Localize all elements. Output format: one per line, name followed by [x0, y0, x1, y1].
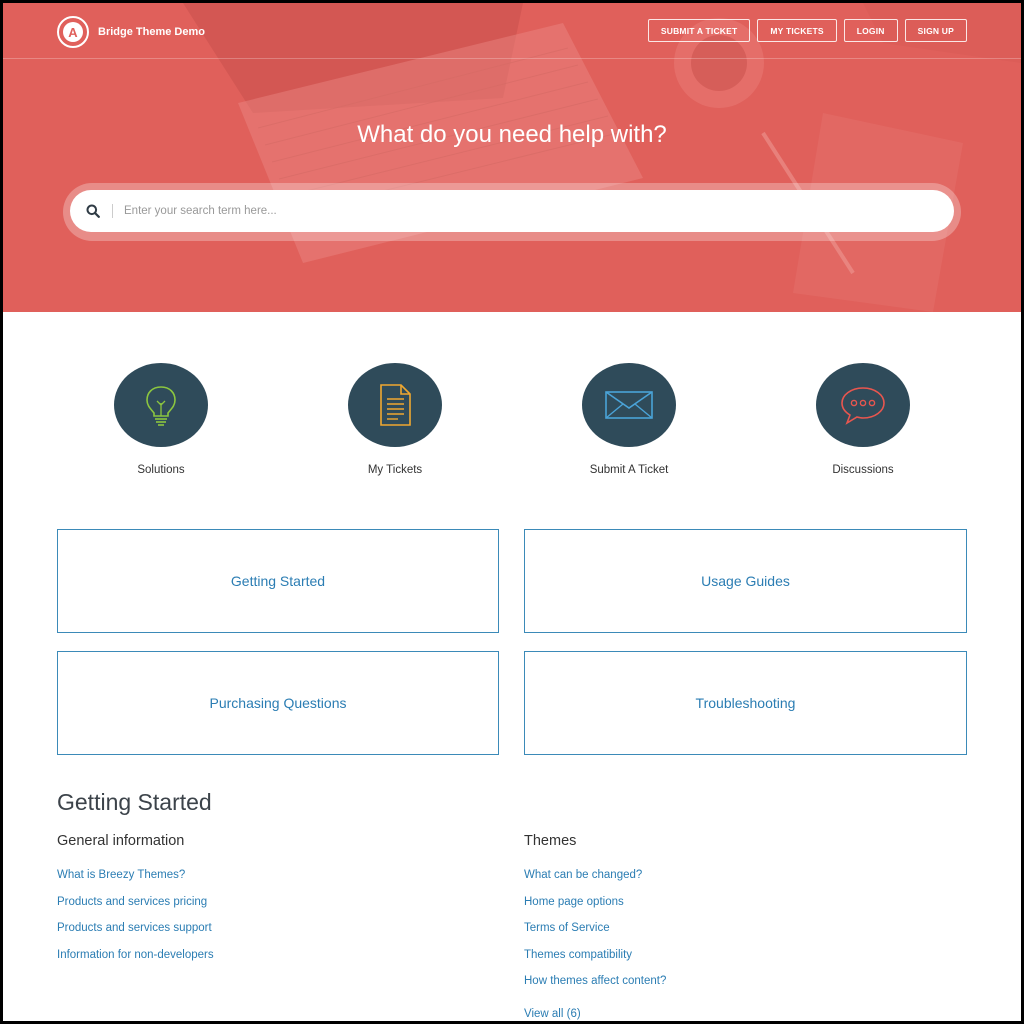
document-icon: [380, 384, 411, 426]
brand-logo-icon: A: [57, 16, 89, 48]
article-column-general-information: General information What is Breezy Theme…: [57, 833, 477, 975]
feature-icon-circle[interactable]: [114, 363, 208, 447]
sign-up-nav-button[interactable]: SIGN UP: [904, 19, 967, 42]
article-link[interactable]: Products and services pricing: [57, 896, 477, 923]
feature-solutions[interactable]: Solutions: [81, 363, 241, 476]
search-icon[interactable]: [86, 204, 100, 218]
article-link[interactable]: Home page options: [524, 896, 944, 923]
envelope-icon: [605, 391, 653, 419]
brand-logo-letter: A: [63, 22, 83, 42]
article-list: What is Breezy Themes? Products and serv…: [57, 869, 477, 975]
article-link[interactable]: Terms of Service: [524, 922, 944, 949]
category-card-troubleshooting[interactable]: Troubleshooting: [524, 651, 967, 755]
article-column-title: Themes: [524, 833, 577, 849]
search-bar-outline: [63, 183, 961, 241]
article-column-themes: Themes What can be changed? Home page op…: [524, 833, 944, 1002]
feature-submit-ticket[interactable]: Submit A Ticket: [549, 363, 709, 476]
brand-name: Bridge Theme Demo: [98, 26, 205, 38]
top-nav: SUBMIT A TICKET MY TICKETS LOGIN SIGN UP: [647, 19, 967, 42]
view-all-link[interactable]: View all (6): [524, 1008, 581, 1020]
category-card-usage-guides[interactable]: Usage Guides: [524, 529, 967, 633]
submit-ticket-nav-button[interactable]: SUBMIT A TICKET: [647, 19, 751, 42]
category-card-purchasing-questions[interactable]: Purchasing Questions: [57, 651, 499, 755]
login-nav-button[interactable]: LOGIN: [843, 19, 898, 42]
feature-my-tickets[interactable]: My Tickets: [315, 363, 475, 476]
search-input[interactable]: [124, 205, 904, 217]
header-divider: [3, 58, 1021, 59]
article-column-title: General information: [57, 833, 185, 849]
hero-banner: A Bridge Theme Demo SUBMIT A TICKET MY T…: [3, 3, 1021, 312]
brand[interactable]: A Bridge Theme Demo: [57, 16, 205, 48]
article-link[interactable]: Products and services support: [57, 922, 477, 949]
feature-icon-circle[interactable]: [816, 363, 910, 447]
help-center-page: A Bridge Theme Demo SUBMIT A TICKET MY T…: [3, 3, 1021, 1021]
article-link[interactable]: Themes compatibility: [524, 949, 944, 976]
feature-discussions[interactable]: Discussions: [783, 363, 943, 476]
my-tickets-nav-button[interactable]: MY TICKETS: [757, 19, 837, 42]
section-title: Getting Started: [57, 789, 212, 815]
feature-label: Solutions: [137, 464, 185, 476]
hero-background-image: [183, 3, 1021, 312]
article-list: What can be changed? Home page options T…: [524, 869, 944, 1002]
feature-icon-circle[interactable]: [348, 363, 442, 447]
feature-label: Submit A Ticket: [589, 464, 669, 476]
lightbulb-icon: [146, 386, 176, 426]
feature-label: Discussions: [832, 464, 894, 476]
feature-icon-circle[interactable]: [582, 363, 676, 447]
article-link[interactable]: How themes affect content?: [524, 975, 944, 1002]
article-link[interactable]: What is Breezy Themes?: [57, 869, 477, 896]
chat-bubble-icon: [841, 387, 885, 425]
feature-label: My Tickets: [367, 464, 423, 476]
category-card-getting-started[interactable]: Getting Started: [57, 529, 499, 633]
article-link[interactable]: Information for non-developers: [57, 949, 477, 976]
hero-title: What do you need help with?: [357, 121, 667, 148]
article-link[interactable]: What can be changed?: [524, 869, 944, 896]
search-bar[interactable]: [70, 190, 954, 232]
search-divider: [112, 204, 113, 218]
